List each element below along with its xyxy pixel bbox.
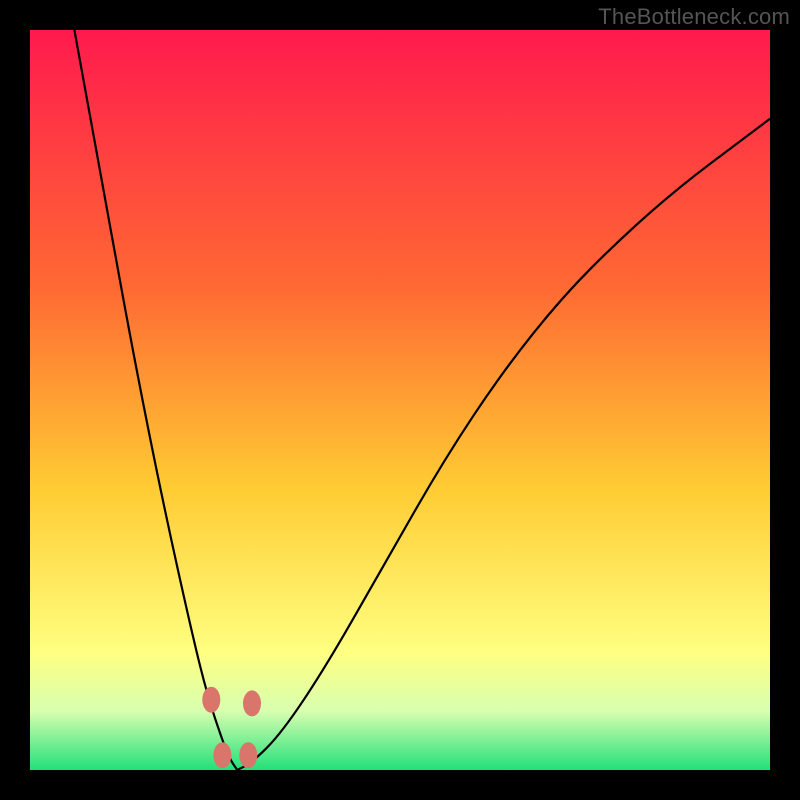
chart-frame: TheBottleneck.com (0, 0, 800, 800)
gradient-background (30, 30, 770, 770)
marker-point (202, 687, 220, 713)
marker-point (239, 742, 257, 768)
bottleneck-chart (30, 30, 770, 770)
marker-point (213, 742, 231, 768)
marker-point (243, 690, 261, 716)
watermark-text: TheBottleneck.com (598, 4, 790, 30)
